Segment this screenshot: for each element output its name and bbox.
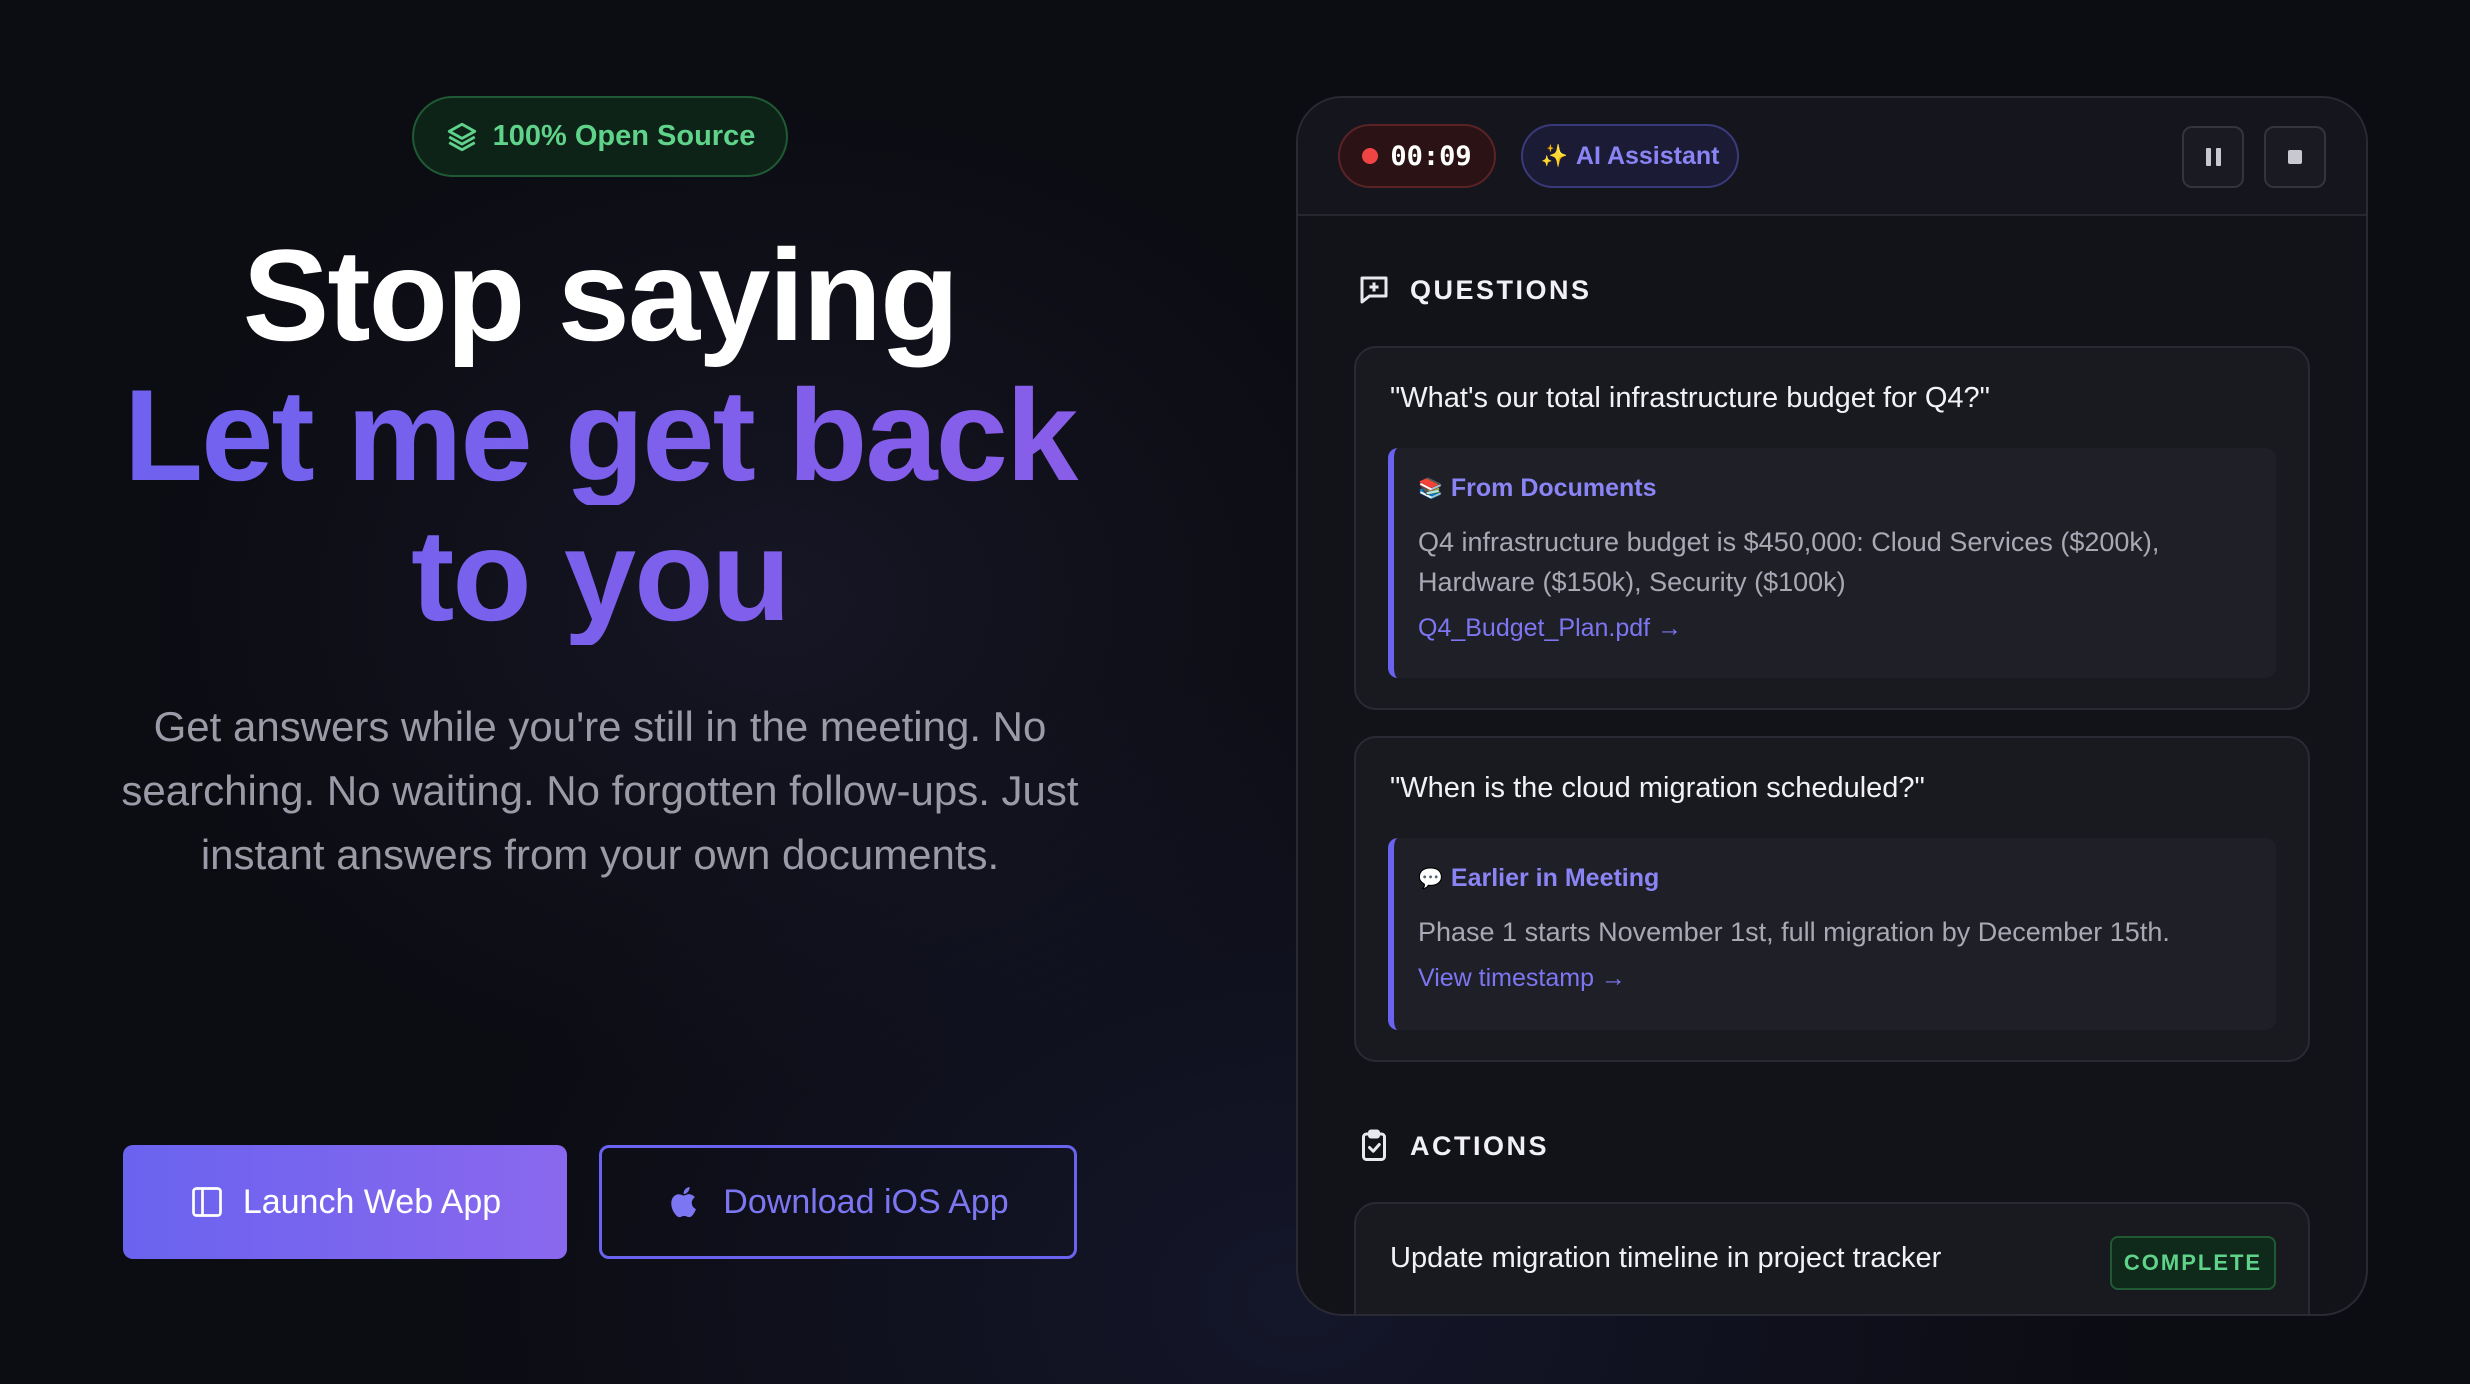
panel-toolbar: 00:09 ✨ AI Assistant — [1298, 98, 2366, 216]
source-document-link[interactable]: Q4_Budget_Plan.pdf → — [1418, 614, 1682, 643]
answer-source: 📚 From Documents — [1418, 474, 1657, 503]
headline-line-1: Stop saying — [242, 222, 960, 368]
hero-section: 100% Open Source Stop saying Let me get … — [0, 0, 1200, 1384]
stop-button[interactable] — [2264, 126, 2326, 188]
answer-source: 💬 Earlier in Meeting — [1418, 864, 1659, 893]
question-card: "When is the cloud migration scheduled?"… — [1354, 736, 2310, 1062]
meeting-assistant-panel: 00:09 ✨ AI Assistant QUESTIONS "What's o… — [1296, 96, 2368, 1316]
clipboard-check-icon — [1362, 1129, 1386, 1161]
message-plus-icon — [1360, 276, 1388, 304]
answer-text: Phase 1 starts November 1st, full migrat… — [1418, 917, 2170, 947]
actions-heading: ACTIONS — [1356, 1128, 1549, 1164]
answer-source-label: Earlier in Meeting — [1450, 864, 1660, 892]
hero-headline: Stop saying Let me get back to you — [60, 225, 1140, 645]
hero-subtitle: Get answers while you're still in the me… — [121, 703, 1079, 878]
answer-text: Q4 infrastructure budget is $450,000: Cl… — [1418, 527, 2160, 597]
question-text: "When is the cloud migration scheduled?" — [1390, 772, 1925, 804]
badge-label: 100% Open Source — [492, 120, 756, 152]
recording-dot-icon — [1362, 148, 1379, 164]
answer-source-label: From Documents — [1450, 474, 1657, 502]
recording-timer: 00:09 — [1338, 124, 1496, 188]
download-ios-app-label: Download iOS App — [723, 1182, 1009, 1221]
stop-icon — [2288, 150, 2302, 164]
question-card: "What's our total infrastructure budget … — [1354, 346, 2310, 710]
headline-line-3: to you — [60, 505, 1140, 645]
actions-heading-label: ACTIONS — [1410, 1130, 1549, 1161]
speech-bubble-icon: 💬 — [1418, 868, 1443, 890]
status-badge: COMPLETE — [2110, 1236, 2276, 1290]
download-ios-app-button[interactable]: Download iOS App — [599, 1145, 1077, 1259]
questions-heading: QUESTIONS — [1356, 272, 1592, 308]
answer-block: 📚 From Documents Q4 infrastructure budge… — [1388, 448, 2276, 678]
action-text: Update migration timeline in project tra… — [1390, 1242, 1942, 1274]
landing-page: 100% Open Source Stop saying Let me get … — [0, 0, 2470, 1384]
action-item[interactable]: Update migration timeline in project tra… — [1354, 1202, 2310, 1314]
sidebar-layout-icon — [191, 1187, 222, 1217]
headline-line-2: Let me get back — [60, 365, 1140, 505]
open-source-badge: 100% Open Source — [412, 96, 788, 177]
view-timestamp-link[interactable]: View timestamp → — [1418, 964, 1626, 993]
ai-assistant-pill: ✨ AI Assistant — [1521, 124, 1739, 188]
layers-icon — [447, 122, 476, 151]
question-text: "What's our total infrastructure budget … — [1390, 382, 1990, 414]
pause-button[interactable] — [2182, 126, 2244, 188]
pause-icon — [2205, 148, 2221, 166]
ai-assistant-label: AI Assistant — [1575, 141, 1720, 170]
launch-web-app-button[interactable]: Launch Web App — [123, 1145, 567, 1259]
sparkles-icon: ✨ — [1540, 143, 1568, 168]
apple-icon — [671, 1187, 697, 1218]
timer-value: 00:09 — [1390, 140, 1472, 172]
answer-block: 💬 Earlier in Meeting Phase 1 starts Nove… — [1388, 838, 2276, 1030]
questions-heading-label: QUESTIONS — [1410, 274, 1592, 305]
books-icon: 📚 — [1418, 478, 1443, 500]
launch-web-app-label: Launch Web App — [242, 1182, 502, 1221]
